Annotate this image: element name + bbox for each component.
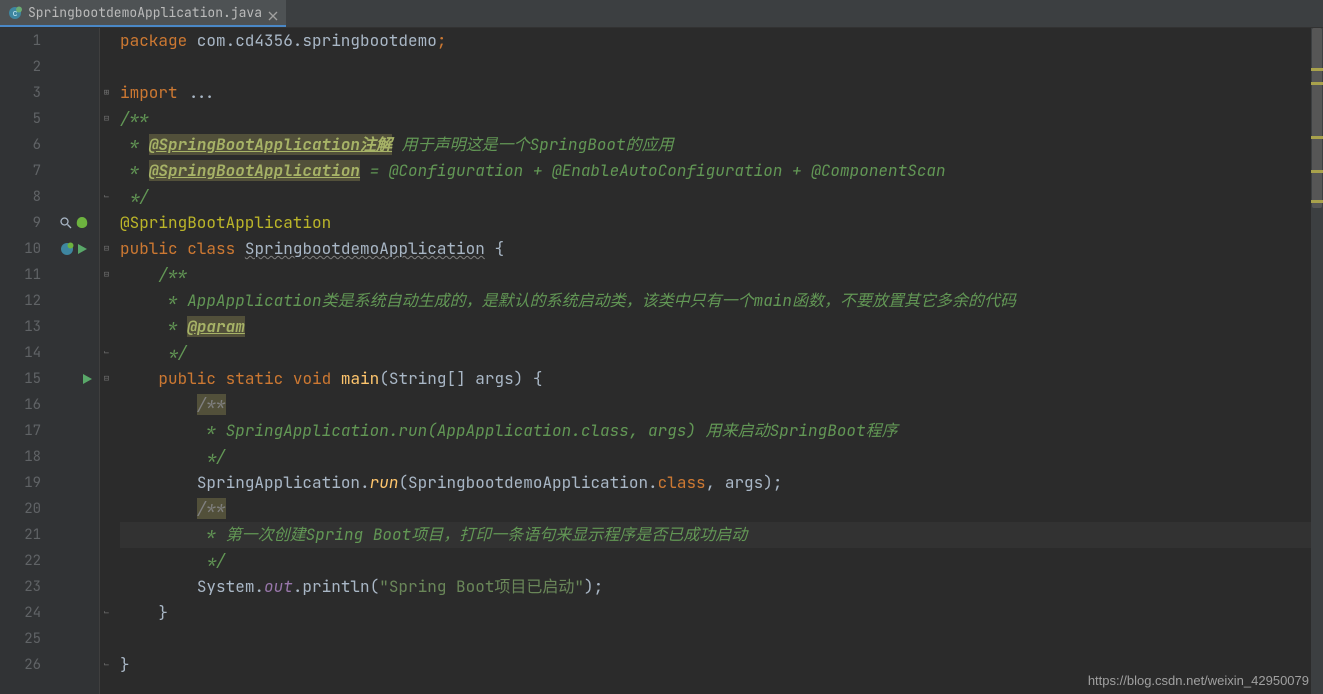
- fold-collapse-icon[interactable]: ⊟: [102, 244, 111, 253]
- java-class-icon: c: [8, 6, 22, 20]
- code-line: [120, 54, 1323, 80]
- watermark-url: https://blog.csdn.net/weixin_42950079: [1088, 673, 1309, 688]
- code-editor[interactable]: 1 2 3 5 6 7 8 9 10 11 12 13 14 15 16 17 …: [0, 28, 1323, 694]
- code-line: public static void main(String[] args) {: [120, 366, 1323, 392]
- editor-tab[interactable]: c SpringbootdemoApplication.java: [0, 0, 286, 27]
- gutter-row-9: [49, 210, 99, 236]
- scrollbar-thumb[interactable]: [1312, 28, 1322, 208]
- fold-collapse-icon[interactable]: ⊟: [102, 374, 111, 383]
- gutter-icons: [49, 28, 99, 694]
- line-number: 13: [0, 314, 41, 340]
- spring-bean-icon[interactable]: [60, 242, 74, 256]
- code-line: package com.cd4356.springbootdemo;: [120, 28, 1323, 54]
- line-number: 3: [0, 80, 41, 106]
- line-number: 15: [0, 366, 41, 392]
- tab-bar: c SpringbootdemoApplication.java: [0, 0, 1323, 28]
- line-number: 26: [0, 652, 41, 678]
- line-number: 16: [0, 392, 41, 418]
- scrollbar-warning-mark[interactable]: [1311, 82, 1323, 85]
- fold-end-icon[interactable]: ⌙: [102, 660, 111, 669]
- scrollbar-warning-mark[interactable]: [1311, 68, 1323, 71]
- fold-end-icon[interactable]: ⌙: [102, 348, 111, 357]
- line-number: 2: [0, 54, 41, 80]
- code-line: * 第一次创建Spring Boot项目，打印一条语句来显示程序是否已成功启动: [120, 522, 1323, 548]
- line-number: 12: [0, 288, 41, 314]
- line-number: 21: [0, 522, 41, 548]
- code-line: }: [120, 600, 1323, 626]
- line-number: 22: [0, 548, 41, 574]
- spring-leaf-icon[interactable]: [75, 216, 89, 230]
- code-line: * @SpringBootApplication注解 用于声明这是一个Sprin…: [120, 132, 1323, 158]
- code-line: * @param: [120, 314, 1323, 340]
- line-number: 20: [0, 496, 41, 522]
- fold-end-icon[interactable]: ⌙: [102, 608, 111, 617]
- tab-filename: SpringbootdemoApplication.java: [28, 4, 262, 21]
- line-number: 19: [0, 470, 41, 496]
- fold-expand-icon[interactable]: ⊞: [102, 88, 111, 97]
- scrollbar-warning-mark[interactable]: [1311, 170, 1323, 173]
- code-line: [120, 626, 1323, 652]
- line-number: 24: [0, 600, 41, 626]
- line-number: 7: [0, 158, 41, 184]
- gutter-row-15: [49, 366, 99, 392]
- code-line: */: [120, 548, 1323, 574]
- line-number: 18: [0, 444, 41, 470]
- line-number: 5: [0, 106, 41, 132]
- code-line: */: [120, 184, 1323, 210]
- line-number: 14: [0, 340, 41, 366]
- code-line: */: [120, 340, 1323, 366]
- scrollbar-warning-mark[interactable]: [1311, 136, 1323, 139]
- fold-column: ⊞ ⊟ ⌙ ⊟ ⊟ ⌙ ⊟ ⌙ ⌙: [100, 28, 114, 694]
- line-number: 8: [0, 184, 41, 210]
- code-line: * AppApplication类是系统自动生成的，是默认的系统启动类，该类中只…: [120, 288, 1323, 314]
- code-line: public class SpringbootdemoApplication {: [120, 236, 1323, 262]
- code-line: import ...: [120, 80, 1323, 106]
- line-number: 11: [0, 262, 41, 288]
- code-line: SpringApplication.run(SpringbootdemoAppl…: [120, 470, 1323, 496]
- code-line: * SpringApplication.run(AppApplication.c…: [120, 418, 1323, 444]
- code-line: /**: [120, 392, 1323, 418]
- code-line: */: [120, 444, 1323, 470]
- code-line: /**: [120, 496, 1323, 522]
- gutter: 1 2 3 5 6 7 8 9 10 11 12 13 14 15 16 17 …: [0, 28, 100, 694]
- scrollbar-warning-mark[interactable]: [1311, 200, 1323, 203]
- fold-collapse-icon[interactable]: ⊟: [102, 114, 111, 123]
- code-area[interactable]: package com.cd4356.springbootdemo; impor…: [114, 28, 1323, 694]
- run-method-icon[interactable]: [81, 373, 93, 385]
- code-line: @SpringBootApplication: [120, 210, 1323, 236]
- code-line: * @SpringBootApplication = @Configuratio…: [120, 158, 1323, 184]
- code-line: /**: [120, 262, 1323, 288]
- fold-collapse-icon[interactable]: ⊟: [102, 270, 111, 279]
- line-number: 25: [0, 626, 41, 652]
- line-number: 17: [0, 418, 41, 444]
- line-number: 10: [0, 236, 41, 262]
- code-line: System.out.println("Spring Boot项目已启动");: [120, 574, 1323, 600]
- gutter-row-10: [49, 236, 99, 262]
- code-line: /**: [120, 106, 1323, 132]
- line-number: 1: [0, 28, 41, 54]
- fold-end-icon[interactable]: ⌙: [102, 192, 111, 201]
- line-number: 23: [0, 574, 41, 600]
- line-number: 9: [0, 210, 41, 236]
- vertical-scrollbar[interactable]: [1311, 28, 1323, 694]
- close-icon[interactable]: [268, 8, 278, 18]
- run-class-icon[interactable]: [76, 243, 88, 255]
- line-number: 6: [0, 132, 41, 158]
- magnify-icon[interactable]: [59, 216, 73, 230]
- line-numbers: 1 2 3 5 6 7 8 9 10 11 12 13 14 15 16 17 …: [0, 28, 49, 694]
